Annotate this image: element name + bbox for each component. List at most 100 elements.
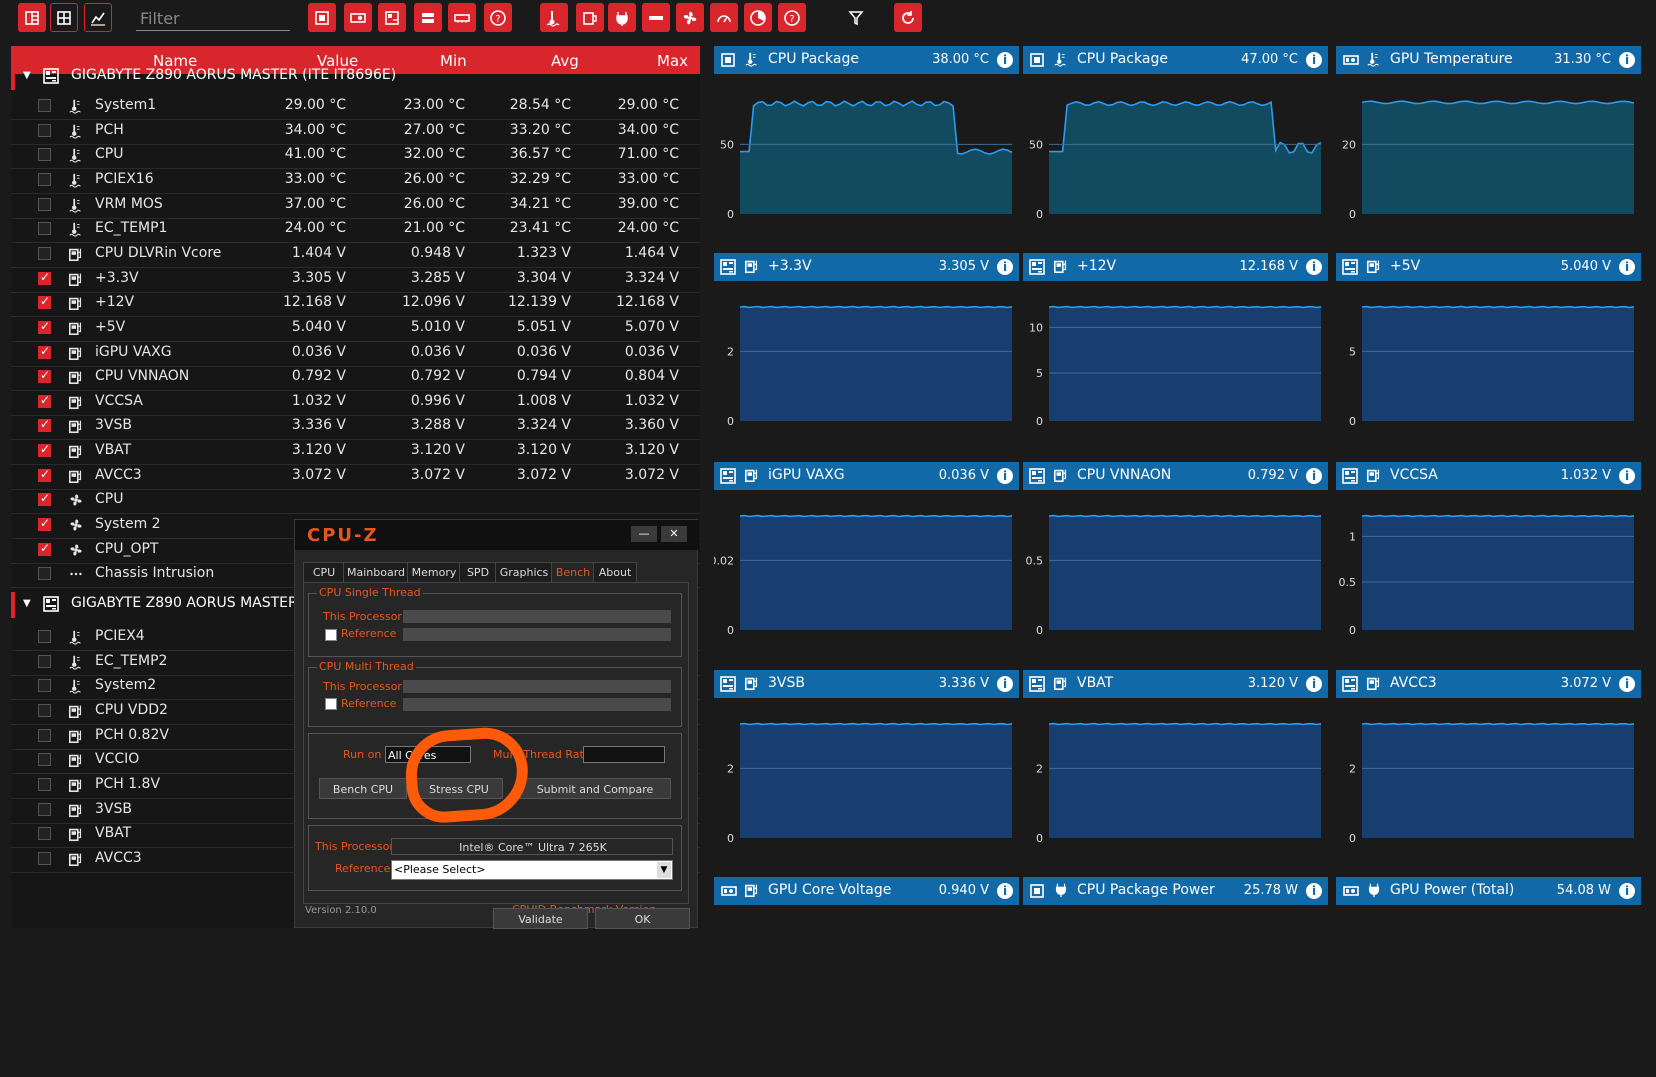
row-checkbox[interactable] — [38, 344, 51, 359]
clock-icon[interactable] — [642, 3, 670, 32]
row-checkbox[interactable] — [38, 319, 51, 334]
table-row[interactable]: +3.3V 3.305 V 3.285 V 3.304 V 3.324 V — [11, 267, 700, 293]
row-checkbox[interactable] — [38, 777, 51, 791]
multi-reference-checkbox[interactable] — [325, 698, 337, 710]
sensor-graph-panel[interactable]: AVCC3 3.072 V i20 — [1336, 670, 1641, 870]
chart-view-icon[interactable] — [84, 3, 112, 32]
row-checkbox[interactable] — [38, 827, 51, 841]
table-row[interactable]: CPU 41.00 °C 32.00 °C 36.57 °C 71.00 °C — [11, 143, 700, 170]
filter-input[interactable]: Filter — [136, 4, 290, 31]
table-row[interactable]: VCCSA 1.032 V 0.996 V 1.008 V 1.032 V — [11, 390, 700, 416]
sensor-graph-panel[interactable]: CPU Package 38.00 °C i 50 0 — [714, 46, 1019, 246]
speed-icon[interactable] — [710, 3, 738, 32]
help-icon[interactable]: ? — [484, 3, 512, 32]
row-checkbox[interactable] — [38, 679, 51, 693]
row-checkbox[interactable] — [38, 654, 51, 668]
row-checkbox[interactable] — [38, 246, 51, 260]
table-row[interactable]: CPU VNNAON 0.792 V 0.792 V 0.794 V 0.804 V — [11, 365, 700, 392]
cpuz-titlebar[interactable]: CPU-Z — ✕ — [295, 520, 699, 550]
motherboard-icon[interactable] — [378, 3, 406, 32]
sensor-graph-panel[interactable]: CPU Package 47.00 °C i 50 0 — [1023, 46, 1328, 246]
sensor-graph-panel[interactable]: iGPU VAXG 0.036 V i 0.02 0 — [710, 462, 1019, 662]
sensor-graph-panel[interactable]: VBAT 3.120 V i20 — [1023, 670, 1328, 870]
table-row[interactable]: PCH 34.00 °C 27.00 °C 33.20 °C 34.00 °C — [11, 119, 700, 145]
row-checkbox[interactable] — [38, 417, 51, 433]
help-icon[interactable]: ? — [778, 3, 806, 32]
info-icon[interactable]: i — [1619, 259, 1635, 275]
row-checkbox[interactable] — [38, 851, 51, 865]
table-row[interactable]: VBAT 3.120 V 3.120 V 3.120 V 3.120 V — [11, 439, 700, 466]
row-checkbox[interactable] — [38, 467, 51, 482]
row-checkbox[interactable] — [38, 222, 51, 236]
info-icon[interactable]: i — [1306, 259, 1322, 275]
row-checkbox[interactable] — [38, 393, 51, 408]
info-icon[interactable]: i — [1306, 468, 1322, 484]
table-row[interactable]: CPU DLVRin Vcore 1.404 V 0.948 V 1.323 V 1.4… — [11, 242, 700, 268]
row-checkbox[interactable] — [38, 197, 51, 211]
row-checkbox[interactable] — [38, 123, 51, 137]
info-icon[interactable]: i — [1619, 52, 1635, 68]
sensor-group-header[interactable]: ▼ GIGABYTE Z890 AORUS MASTER (ITE IT8696E… — [11, 64, 700, 90]
table-row[interactable]: +12V 12.168 V 12.096 V 12.139 V 12.168 V — [11, 291, 700, 318]
power-icon[interactable] — [608, 3, 636, 32]
sensor-graph-panel[interactable]: +5V 5.040 V i50 — [1336, 253, 1641, 453]
row-checkbox[interactable] — [38, 567, 51, 581]
collapse-icon[interactable]: ▼ — [23, 70, 31, 81]
tab-mainboard[interactable]: Mainboard — [343, 562, 409, 582]
table-row[interactable]: iGPU VAXG 0.036 V 0.036 V 0.036 V 0.036 V — [11, 341, 700, 367]
voltage-icon[interactable] — [576, 3, 604, 32]
row-checkbox[interactable] — [38, 99, 51, 112]
info-icon[interactable]: i — [1619, 676, 1635, 692]
sensor-graph-panel[interactable]: VCCSA 1.032 V i 1 0.5 0 — [1336, 462, 1641, 662]
tab-about[interactable]: About — [593, 562, 637, 582]
tab-memory[interactable]: Memory — [407, 562, 461, 582]
reset-icon[interactable] — [894, 3, 922, 32]
collapse-icon[interactable]: ▼ — [23, 598, 31, 609]
table-row[interactable]: +5V 5.040 V 5.010 V 5.051 V 5.070 V — [11, 316, 700, 342]
minimize-button[interactable]: — — [631, 526, 657, 542]
table-row[interactable]: PCIEX16 33.00 °C 26.00 °C 32.29 °C 33.00 °C — [11, 168, 700, 194]
sensor-graph-panel[interactable]: GPU Temperature 31.30 °C i 20 0 — [1336, 46, 1641, 246]
row-checkbox[interactable] — [38, 516, 51, 532]
tab-bench[interactable]: Bench — [551, 562, 595, 582]
sensor-graph-panel[interactable]: +12V 12.168 V i 10 5 0 — [1023, 253, 1328, 453]
gpu-icon[interactable] — [344, 3, 372, 32]
submit-compare-button[interactable]: Submit and Compare — [519, 778, 671, 799]
row-checkbox[interactable] — [38, 753, 51, 767]
info-icon[interactable]: i — [1619, 883, 1635, 899]
utilization-icon[interactable] — [744, 3, 772, 32]
tab-spd[interactable]: SPD — [459, 562, 497, 582]
row-checkbox[interactable] — [38, 802, 51, 816]
row-checkbox[interactable] — [38, 541, 51, 556]
filter-icon[interactable] — [842, 3, 870, 32]
sensor-list-icon[interactable] — [18, 3, 46, 32]
table-row[interactable]: VRM MOS 37.00 °C 26.00 °C 34.21 °C 39.00 °C — [11, 193, 700, 219]
table-row[interactable]: CPU — [11, 488, 700, 515]
row-checkbox[interactable] — [38, 294, 51, 310]
fan-icon[interactable] — [676, 3, 704, 32]
grid-view-icon[interactable] — [50, 3, 78, 32]
sensor-graph-panel[interactable]: 3VSB 3.336 V i20 — [714, 670, 1019, 870]
sensor-graph-panel[interactable]: CPU Package Power 25.78 W i — [1023, 877, 1328, 1077]
reference-select[interactable]: <Please Select> — [391, 860, 673, 880]
cpu-icon[interactable] — [308, 3, 336, 32]
tab-cpu[interactable]: CPU — [303, 562, 345, 582]
row-checkbox[interactable] — [38, 703, 51, 717]
row-checkbox[interactable] — [38, 368, 51, 384]
chevron-down-icon[interactable]: ▼ — [657, 862, 671, 878]
sensor-graph-panel[interactable]: CPU VNNAON 0.792 V i 0.5 0 — [1023, 462, 1328, 662]
table-row[interactable]: System1 29.00 °C 23.00 °C 28.54 °C 29.00 °C — [11, 94, 700, 120]
close-button[interactable]: ✕ — [661, 526, 687, 542]
validate-button[interactable]: Validate — [493, 908, 588, 929]
memory-module-icon[interactable] — [448, 3, 476, 32]
row-checkbox[interactable] — [38, 630, 51, 643]
info-icon[interactable]: i — [1306, 52, 1322, 68]
info-icon[interactable]: i — [997, 52, 1013, 68]
info-icon[interactable]: i — [997, 259, 1013, 275]
row-checkbox[interactable] — [38, 270, 51, 285]
row-checkbox[interactable] — [38, 172, 51, 186]
info-icon[interactable]: i — [1619, 468, 1635, 484]
table-row[interactable]: AVCC3 3.072 V 3.072 V 3.072 V 3.072 V — [11, 464, 700, 490]
bench-cpu-button[interactable]: Bench CPU — [319, 778, 407, 799]
sensor-graph-panel[interactable]: +3.3V 3.305 V i20 — [714, 253, 1019, 453]
